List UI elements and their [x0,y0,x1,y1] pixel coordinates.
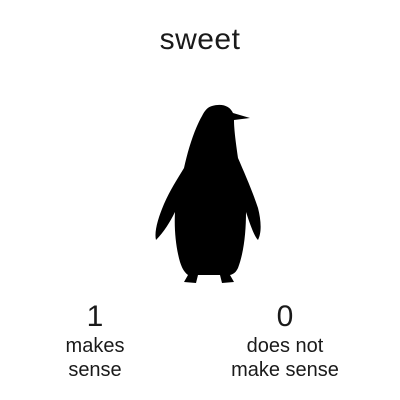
makes-sense-label-line2: sense [68,359,122,381]
does-not-make-sense-label-line1: does not [246,335,324,357]
does-not-make-sense-option[interactable]: 0 does not make sense [210,300,360,382]
does-not-make-sense-label-line2: make sense [231,359,339,381]
stimulus-word: sweet [159,23,241,56]
makes-sense-key: 1 [86,300,104,333]
makes-sense-label-line1: makes [65,335,125,357]
penguin-silhouette-icon [155,104,261,283]
does-not-make-sense-key: 0 [276,300,294,333]
makes-sense-option[interactable]: 1 makes sense [40,300,150,382]
